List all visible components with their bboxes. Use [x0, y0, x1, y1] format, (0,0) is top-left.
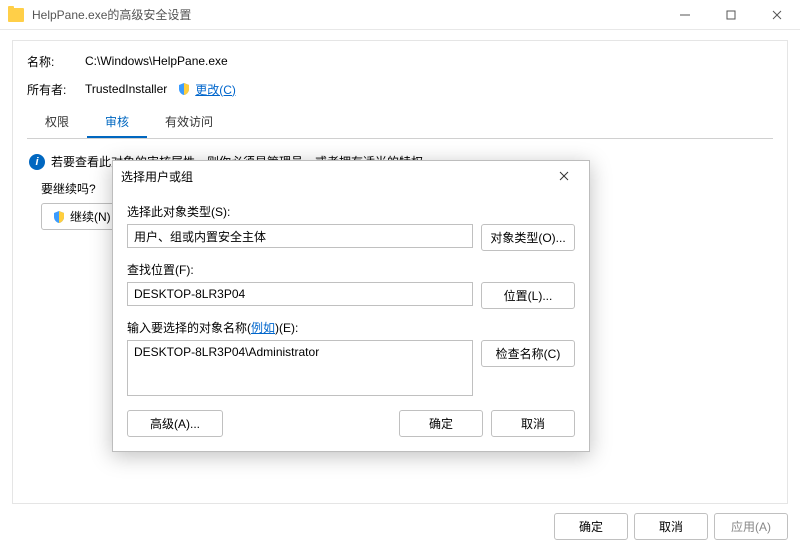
info-icon: i [29, 154, 45, 170]
name-label: 名称: [27, 53, 85, 70]
example-link[interactable]: 例如 [251, 321, 275, 335]
folder-icon [8, 8, 24, 22]
object-types-button[interactable]: 对象类型(O)... [481, 224, 575, 251]
advanced-button[interactable]: 高级(A)... [127, 410, 223, 437]
dialog-ok-button[interactable]: 确定 [399, 410, 483, 437]
shield-icon [52, 210, 66, 224]
location-label: 查找位置(F): [127, 261, 575, 278]
locations-button[interactable]: 位置(L)... [481, 282, 575, 309]
select-user-dialog: 选择用户或组 选择此对象类型(S): 对象类型(O)... 查找位置(F): 位… [112, 160, 590, 452]
object-type-field[interactable] [127, 224, 473, 248]
maximize-button[interactable] [708, 0, 754, 30]
owner-value: TrustedInstaller [85, 82, 167, 96]
dialog-body: 选择此对象类型(S): 对象类型(O)... 查找位置(F): 位置(L)...… [113, 191, 589, 451]
close-button[interactable] [754, 0, 800, 30]
tab-effective-access[interactable]: 有效访问 [147, 107, 231, 138]
object-name-label-prefix: 输入要选择的对象名称( [127, 321, 251, 335]
tab-permissions[interactable]: 权限 [27, 107, 87, 138]
object-type-label: 选择此对象类型(S): [127, 203, 575, 220]
window-controls [662, 0, 800, 30]
continue-button[interactable]: 继续(N) [41, 203, 122, 230]
dialog-buttons: 高级(A)... 确定 取消 [127, 410, 575, 437]
dialog-cancel-button[interactable]: 取消 [491, 410, 575, 437]
owner-label: 所有者: [27, 81, 85, 98]
tabs: 权限 审核 有效访问 [27, 107, 773, 139]
window-title: HelpPane.exe的高级安全设置 [32, 6, 662, 23]
bottom-bar: 确定 取消 应用(A) [554, 513, 788, 540]
minimize-button[interactable] [662, 0, 708, 30]
change-owner-link[interactable]: 更改(C) [195, 81, 236, 98]
check-names-button[interactable]: 检查名称(C) [481, 340, 575, 367]
dialog-close-button[interactable] [547, 164, 581, 188]
dialog-title: 选择用户或组 [121, 168, 547, 185]
object-name-label-suffix: )(E): [275, 321, 298, 335]
name-row: 名称: C:\Windows\HelpPane.exe [27, 51, 773, 71]
object-name-label: 输入要选择的对象名称(例如)(E): [127, 319, 575, 336]
tab-audit[interactable]: 审核 [87, 107, 147, 138]
cancel-button[interactable]: 取消 [634, 513, 708, 540]
apply-button[interactable]: 应用(A) [714, 513, 788, 540]
name-value: C:\Windows\HelpPane.exe [85, 54, 228, 68]
owner-row: 所有者: TrustedInstaller 更改(C) [27, 79, 773, 99]
shield-icon [177, 82, 191, 96]
titlebar: HelpPane.exe的高级安全设置 [0, 0, 800, 30]
dialog-titlebar: 选择用户或组 [113, 161, 589, 191]
ok-button[interactable]: 确定 [554, 513, 628, 540]
object-name-input[interactable] [127, 340, 473, 396]
location-field[interactable] [127, 282, 473, 306]
continue-button-label: 继续(N) [70, 208, 111, 225]
